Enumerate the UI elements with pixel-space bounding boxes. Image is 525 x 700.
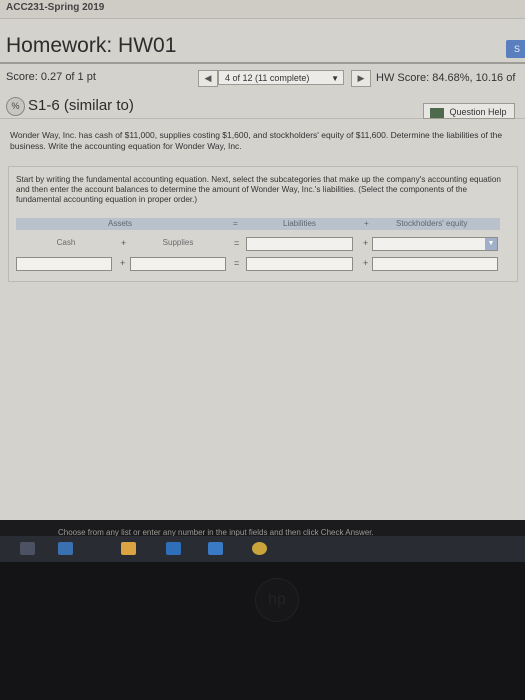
liabilities-amount-input[interactable]	[246, 257, 353, 271]
chrome-icon[interactable]	[252, 542, 267, 555]
row1-plus-2: +	[363, 238, 369, 248]
arrow-right-icon: ▶	[357, 73, 365, 83]
homework-score: HW Score: 84.68%, 10.16 of	[376, 72, 516, 84]
hp-logo-icon: hp	[255, 578, 299, 622]
chevron-down-icon: ▼	[485, 238, 497, 250]
header-stockholders-equity: Stockholders' equity	[396, 219, 468, 228]
row1-plus-1: +	[121, 238, 127, 248]
save-button[interactable]: S	[506, 40, 525, 58]
cash-amount-input[interactable]	[16, 257, 112, 271]
question-help-label: Question Help	[449, 107, 507, 117]
course-title: ACC231-Spring 2019	[6, 2, 105, 13]
question-title: S1-6 (similar to)	[28, 97, 134, 114]
question-progress-label: 4 of 12 (11 complete)	[225, 73, 310, 83]
header-liabilities: Liabilities	[283, 219, 316, 228]
header-plus: +	[364, 219, 369, 228]
equity-select[interactable]: ▼	[372, 237, 498, 251]
header-assets: Assets	[108, 219, 133, 228]
next-question-button[interactable]: ▶	[351, 70, 371, 87]
course-bar: ACC231-Spring 2019	[0, 0, 525, 19]
equity-amount-input[interactable]	[372, 257, 498, 271]
file-explorer-icon[interactable]	[121, 542, 136, 555]
question-progress-select[interactable]: 4 of 12 (11 complete) ▼	[218, 70, 344, 85]
row1-equals: =	[234, 238, 240, 248]
row2-plus-1: +	[120, 258, 126, 268]
task-view-icon[interactable]	[20, 542, 35, 555]
chevron-down-icon: ▼	[331, 74, 339, 83]
partial-credit-icon: %	[6, 97, 25, 116]
homework-title: Homework: HW01	[6, 34, 177, 57]
header-equals: =	[233, 219, 238, 228]
previous-question-button[interactable]: ◀	[198, 70, 218, 87]
homework-header: Homework: HW01	[0, 30, 525, 64]
supplies-label: Supplies	[162, 238, 194, 247]
supplies-amount-input[interactable]	[130, 257, 226, 271]
help-list-icon	[430, 107, 444, 118]
screen: ACC231-Spring 2019 Homework: HW01 S Scor…	[0, 0, 525, 520]
problem-text: Wonder Way, Inc. has cash of $11,000, su…	[10, 130, 503, 151]
store-icon[interactable]	[166, 542, 181, 555]
row2-plus-2: +	[363, 258, 369, 268]
question-help-button[interactable]: Question Help	[423, 103, 515, 119]
row2-equals: =	[234, 258, 240, 268]
question-score: Score: 0.27 of 1 pt	[6, 71, 96, 83]
instructions-text: Start by writing the fundamental account…	[16, 175, 501, 204]
mail-icon[interactable]	[208, 542, 223, 555]
arrow-left-icon: ◀	[204, 73, 212, 83]
liabilities-select[interactable]	[246, 237, 353, 251]
cash-label: Cash	[56, 238, 76, 247]
edge-icon[interactable]	[58, 542, 73, 555]
